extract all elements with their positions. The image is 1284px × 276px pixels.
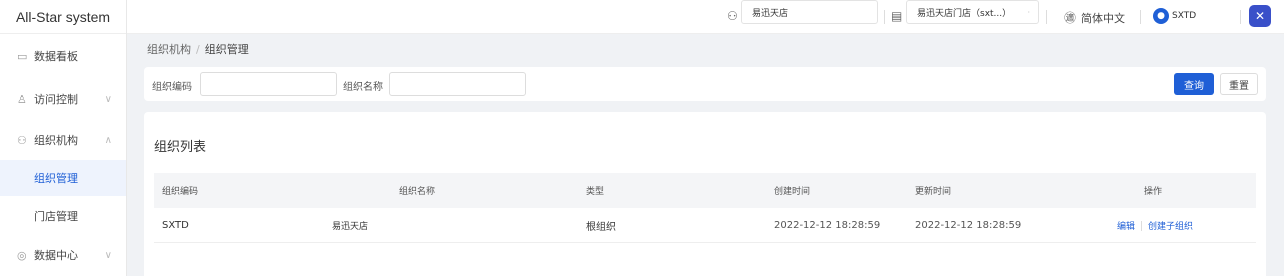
header-divider (1240, 10, 1241, 24)
sidebar: All-Star system ▭ 数据看板 ♙ 访问控制 ∨ ⚇ 组织机构 ∧… (0, 0, 127, 276)
breadcrumb: 组织机构 / 组织管理 (147, 41, 249, 57)
cell-type: 根组织 (586, 222, 616, 233)
sidebar-item-organization[interactable]: ⚇ 组织机构 ∧ (0, 122, 126, 158)
column-header-actions: 操作 (1144, 187, 1163, 197)
sidebar-item-data-center[interactable]: ◎ 数据中心 ∨ (0, 237, 126, 273)
column-header-name: 组织名称 (399, 187, 436, 197)
store-icon: ▤ (891, 9, 903, 23)
sidebar-item-label: 访问控制 (34, 93, 78, 106)
create-child-org-link[interactable]: 创建子组织 (1148, 219, 1193, 232)
breadcrumb-separator: / (196, 43, 200, 56)
column-header-updated: 更新时间 (915, 187, 952, 197)
sidebar-item-label: 组织管理 (34, 172, 78, 185)
org-icon: ⚇ (17, 133, 27, 147)
language-icon: ㊜ (1064, 11, 1077, 25)
org-code-label: 组织编码 (152, 82, 192, 93)
header-divider (1046, 10, 1047, 24)
org-selector[interactable]: 易迅天店 (741, 0, 878, 24)
sidebar-item-access-control[interactable]: ♙ 访问控制 ∨ (0, 81, 126, 117)
chevron-down-icon: ∨ (104, 93, 112, 105)
header-divider (1140, 10, 1141, 24)
language-switcher[interactable]: 简体中文 (1081, 10, 1125, 26)
dashboard-icon: ▭ (17, 49, 28, 63)
query-button[interactable]: 查询 (1174, 73, 1214, 95)
user-icon: ♙ (17, 92, 27, 106)
cell-created: 2022-12-12 18:28:59 (774, 220, 881, 231)
table-row: SXTD 易迅天店 根组织 2022-12-12 18:28:59 2022-1… (154, 208, 1256, 243)
org-icon: ⚇ (727, 9, 738, 23)
breadcrumb-current: 组织管理 (204, 43, 249, 56)
edit-link[interactable]: 编辑 (1117, 219, 1135, 232)
reset-button[interactable]: 重置 (1220, 73, 1258, 95)
column-header-type: 类型 (586, 187, 605, 197)
sidebar-item-store-management[interactable]: 门店管理 (0, 198, 126, 234)
org-name-input[interactable] (389, 72, 526, 96)
sidebar-item-label: 门店管理 (34, 210, 78, 223)
column-header-code: 组织编码 (162, 187, 199, 197)
org-code-input[interactable] (200, 72, 337, 96)
cell-name: 易迅天店 (332, 222, 369, 232)
user-name[interactable]: SXTD (1172, 11, 1196, 21)
search-panel: 组织编码 组织名称 查询 重置 (144, 67, 1266, 101)
action-divider (1141, 220, 1143, 231)
header-divider (884, 10, 885, 24)
app-title: All-Star system (0, 0, 126, 34)
sidebar-item-label: 数据中心 (34, 249, 78, 262)
org-table: 组织编码 组织名称 类型 创建时间 更新时间 操作 SXTD 易迅天店 根组织 … (154, 173, 1256, 243)
data-center-icon: ◎ (17, 248, 27, 262)
cell-code: SXTD (162, 220, 189, 231)
chevron-down-icon: · (1027, 7, 1030, 17)
sidebar-item-label: 数据看板 (34, 50, 78, 63)
top-header: ⚇ 易迅天店 ▤ 易迅天店门店（sxt...） · ㊜ 简体中文 ● SXTD … (127, 0, 1284, 34)
list-title: 组织列表 (154, 140, 207, 155)
org-list-panel: 组织列表 组织编码 组织名称 类型 创建时间 更新时间 操作 SXTD 易迅天店… (144, 112, 1266, 276)
avatar[interactable]: ● (1153, 8, 1169, 24)
app-switcher-icon[interactable]: ✕ (1249, 5, 1271, 27)
table-header: 组织编码 组织名称 类型 创建时间 更新时间 操作 (154, 173, 1256, 208)
sidebar-item-dashboard[interactable]: ▭ 数据看板 (0, 38, 126, 74)
column-header-created: 创建时间 (774, 187, 811, 197)
chevron-up-icon: ∧ (104, 134, 112, 146)
org-name-label: 组织名称 (343, 82, 383, 93)
chevron-down-icon: ∨ (104, 249, 112, 261)
store-selector-value: 易迅天店门店（sxt...） (917, 8, 1012, 19)
sidebar-item-label: 组织机构 (34, 134, 78, 147)
cell-actions: 编辑 创建子组织 (1117, 208, 1193, 243)
org-selector-value: 易迅天店 (752, 8, 789, 19)
breadcrumb-parent[interactable]: 组织机构 (147, 43, 191, 56)
cell-updated: 2022-12-12 18:28:59 (915, 220, 1022, 231)
app-root: All-Star system ▭ 数据看板 ♙ 访问控制 ∨ ⚇ 组织机构 ∧… (0, 0, 1284, 276)
sidebar-item-org-management[interactable]: 组织管理 (0, 160, 126, 196)
store-selector[interactable]: 易迅天店门店（sxt...） · (906, 0, 1039, 24)
